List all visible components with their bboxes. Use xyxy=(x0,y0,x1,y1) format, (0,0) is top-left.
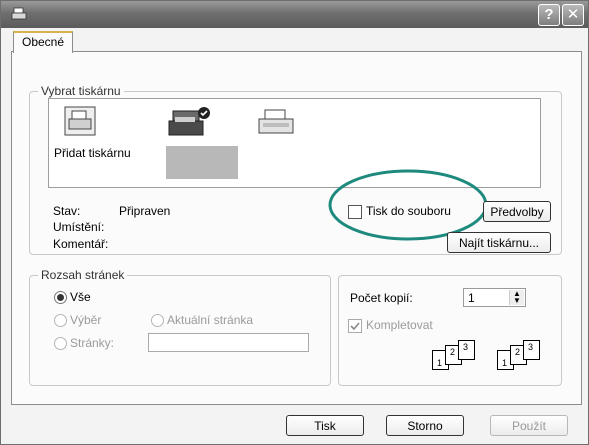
default-printer-item[interactable] xyxy=(167,105,213,142)
collate-page-2b: 2 xyxy=(515,347,521,357)
add-printer-item[interactable] xyxy=(63,105,97,140)
pages-radio[interactable] xyxy=(54,337,67,350)
all-label: Vše xyxy=(70,290,91,304)
checkmark-icon xyxy=(350,322,360,331)
collate-checkbox[interactable] xyxy=(348,319,362,333)
comment-label: Komentář: xyxy=(53,237,109,251)
add-printer-label: Přidat tiskárnu xyxy=(54,146,131,160)
printer-name-highlight xyxy=(166,146,238,179)
close-button[interactable]: ✕ xyxy=(562,4,584,26)
pages-label: Stránky: xyxy=(70,336,115,350)
printer-default-icon xyxy=(168,107,210,136)
collate-page-1b: 1 xyxy=(502,358,508,368)
printer-item-2[interactable] xyxy=(257,107,297,140)
title-bar: ? ✕ xyxy=(1,1,588,28)
pages-input[interactable] xyxy=(148,333,309,352)
copies-count-label: Počet kopií: xyxy=(350,291,413,305)
select-printer-legend: Vybrat tiskárnu xyxy=(38,84,124,98)
help-button[interactable]: ? xyxy=(538,4,560,26)
help-icon: ? xyxy=(544,6,554,23)
spin-arrows-icon[interactable]: ▲ ▼ xyxy=(509,290,524,305)
status-label: Stav: xyxy=(53,204,81,218)
print-dialog: ? ✕ Obecné Vybrat tiskárnu Přidat tiskár… xyxy=(0,0,589,445)
page-range-legend: Rozsah stránek xyxy=(38,268,128,282)
status-value: Připraven xyxy=(119,204,171,218)
printer-icon-2 xyxy=(258,109,294,134)
selection-radio[interactable] xyxy=(54,314,67,327)
collate-illustration-2: 1 2 3 xyxy=(497,340,557,372)
tab-general-label: Obecné xyxy=(22,35,65,49)
collate-label: Kompletovat xyxy=(366,318,433,332)
print-button[interactable]: Tisk xyxy=(286,415,364,436)
collate-page-2: 2 xyxy=(450,347,456,357)
cancel-button[interactable]: Storno xyxy=(386,415,464,436)
close-icon: ✕ xyxy=(566,6,580,23)
tab-general[interactable]: Obecné xyxy=(13,31,74,53)
all-radio[interactable] xyxy=(54,291,67,304)
collate-illustration-1: 1 2 3 xyxy=(432,340,492,372)
current-page-label: Aktuální stránka xyxy=(167,313,254,327)
copies-spinner[interactable]: 1 ▲ ▼ xyxy=(463,288,526,307)
printer-icon xyxy=(11,7,27,20)
find-printer-button[interactable]: Najít tiskárnu... xyxy=(447,232,551,253)
copies-count-value: 1 xyxy=(468,291,475,305)
collate-page-3b: 3 xyxy=(528,342,534,352)
selection-label: Výběr xyxy=(70,313,102,327)
collate-page-3: 3 xyxy=(463,342,469,352)
current-page-radio[interactable] xyxy=(151,314,164,327)
apply-button[interactable]: Použít xyxy=(490,415,568,436)
collate-page-1: 1 xyxy=(437,358,443,368)
preferences-button[interactable]: Předvolby xyxy=(483,201,551,222)
location-label: Umístění: xyxy=(53,220,105,234)
all-radio-dot xyxy=(57,294,64,301)
add-printer-icon xyxy=(64,106,96,136)
